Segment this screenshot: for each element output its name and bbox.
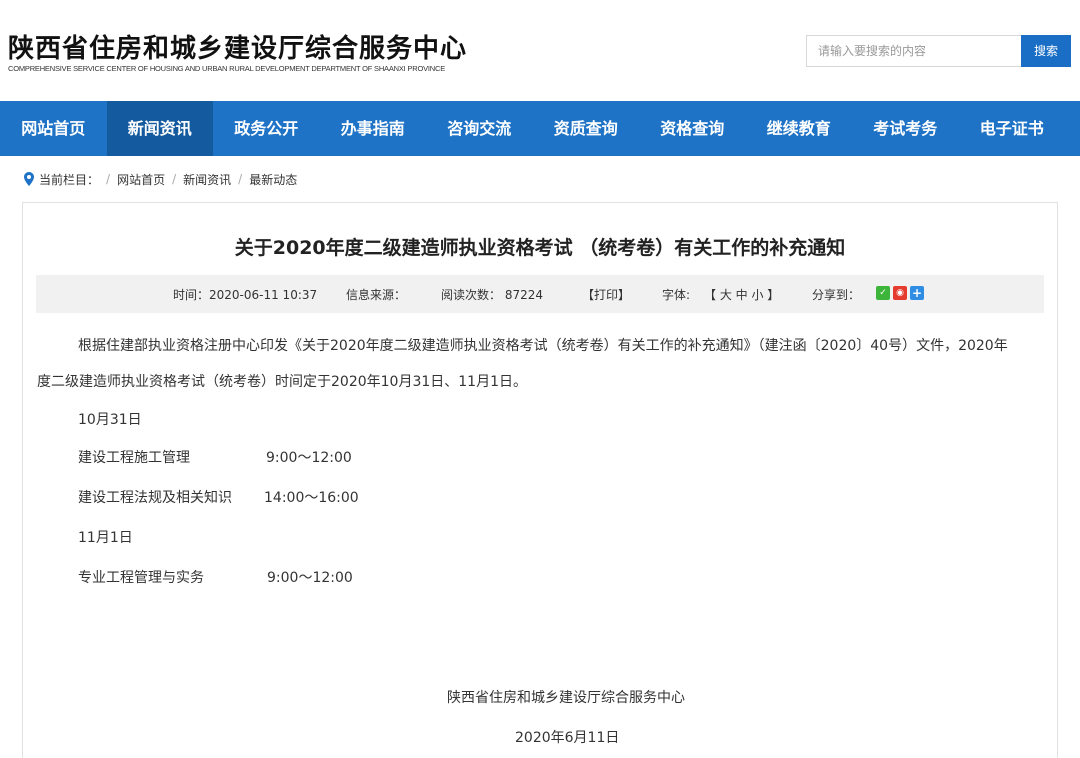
nav-item-e-certificate[interactable]: 电子证书 xyxy=(959,101,1066,156)
breadcrumb-separator: / xyxy=(172,172,177,186)
nav-item-certification-query[interactable]: 资格查询 xyxy=(639,101,746,156)
breadcrumb-item-latest[interactable]: 最新动态 xyxy=(249,171,297,188)
font-size-label: 字体: xyxy=(662,288,691,302)
nav-item-exams[interactable]: 考试考务 xyxy=(852,101,959,156)
site-logo-title[interactable]: 陕西省住房和城乡建设厅综合服务中心 xyxy=(8,28,467,65)
signature-date: 2020年6月11日 xyxy=(515,730,620,746)
breadcrumb: 当前栏目： / 网站首页 / 新闻资讯 / 最新动态 xyxy=(24,170,297,188)
nav-item-consultation[interactable]: 咨询交流 xyxy=(426,101,533,156)
breadcrumb-separator: / xyxy=(106,172,111,186)
read-count: 阅读次数： 87224 xyxy=(441,288,543,302)
exam-date-2: 11月1日 xyxy=(78,530,133,546)
nav-item-government-affairs[interactable]: 政务公开 xyxy=(213,101,320,156)
breadcrumb-item-news[interactable]: 新闻资讯 xyxy=(183,171,231,188)
exam-date-1: 10月31日 xyxy=(78,412,142,428)
print-link[interactable]: 【打印】 xyxy=(582,286,630,303)
nav-item-service-guide[interactable]: 办事指南 xyxy=(320,101,427,156)
more-share-icon[interactable]: + xyxy=(910,286,924,300)
exam-subject-3: 专业工程管理与实务 xyxy=(78,570,204,586)
breadcrumb-separator: / xyxy=(238,172,243,186)
share-label: 分享到： xyxy=(812,288,861,302)
site-header: 陕西省住房和城乡建设厅综合服务中心 COMPREHENSIVE SERVICE … xyxy=(0,0,1080,101)
site-logo-subtitle: COMPREHENSIVE SERVICE CENTER OF HOUSING … xyxy=(8,64,446,73)
info-source: 信息来源： xyxy=(346,288,407,302)
nav-item-home[interactable]: 网站首页 xyxy=(0,101,107,156)
exam-time-3: 9:00～12:00 xyxy=(267,570,353,586)
nav-item-news[interactable]: 新闻资讯 xyxy=(106,101,213,156)
exam-time-1: 9:00～12:00 xyxy=(266,450,352,466)
article-container: 关于2020年度二级建造师执业资格考试 （统考卷）有关工作的补充通知 时间：20… xyxy=(22,202,1058,758)
nav-item-continuing-education[interactable]: 继续教育 xyxy=(746,101,853,156)
exam-subject-2: 建设工程法规及相关知识 xyxy=(78,490,232,506)
search-button[interactable]: 搜索 xyxy=(1021,35,1071,67)
breadcrumb-item-home[interactable]: 网站首页 xyxy=(117,171,165,188)
location-pin-icon xyxy=(24,172,34,186)
main-nav: 网站首页 新闻资讯 政务公开 办事指南 咨询交流 资质查询 资格查询 继续教育 … xyxy=(0,101,1080,156)
signature-org: 陕西省住房和城乡建设厅综合服务中心 xyxy=(447,690,685,706)
share-icons: ✓ ◉ + xyxy=(876,286,924,300)
paragraph-line: 度二级建造师执业资格考试（统考卷）时间定于2020年10月31日、11月1日。 xyxy=(37,374,527,390)
exam-time-2: 14:00～16:00 xyxy=(264,490,359,506)
font-size-options[interactable]: 【 大 中 小 】 xyxy=(704,286,779,303)
exam-subject-1: 建设工程施工管理 xyxy=(78,450,190,466)
wechat-share-icon[interactable]: ✓ xyxy=(876,286,890,300)
nav-item-qualification-query[interactable]: 资质查询 xyxy=(533,101,640,156)
search-input[interactable]: 请输入要搜索的内容 xyxy=(806,35,1021,67)
article-meta-bar: 时间：2020-06-11 10:37 信息来源： 阅读次数： 87224 【打… xyxy=(36,275,1044,313)
paragraph-line: 根据住建部执业资格注册中心印发《关于2020年度二级建造师执业资格考试（统考卷）… xyxy=(78,338,1008,354)
article-title: 关于2020年度二级建造师执业资格考试 （统考卷）有关工作的补充通知 xyxy=(234,237,846,259)
publish-time: 时间：2020-06-11 10:37 xyxy=(173,288,318,302)
weibo-share-icon[interactable]: ◉ xyxy=(893,286,907,300)
breadcrumb-prefix: 当前栏目： xyxy=(39,172,100,187)
